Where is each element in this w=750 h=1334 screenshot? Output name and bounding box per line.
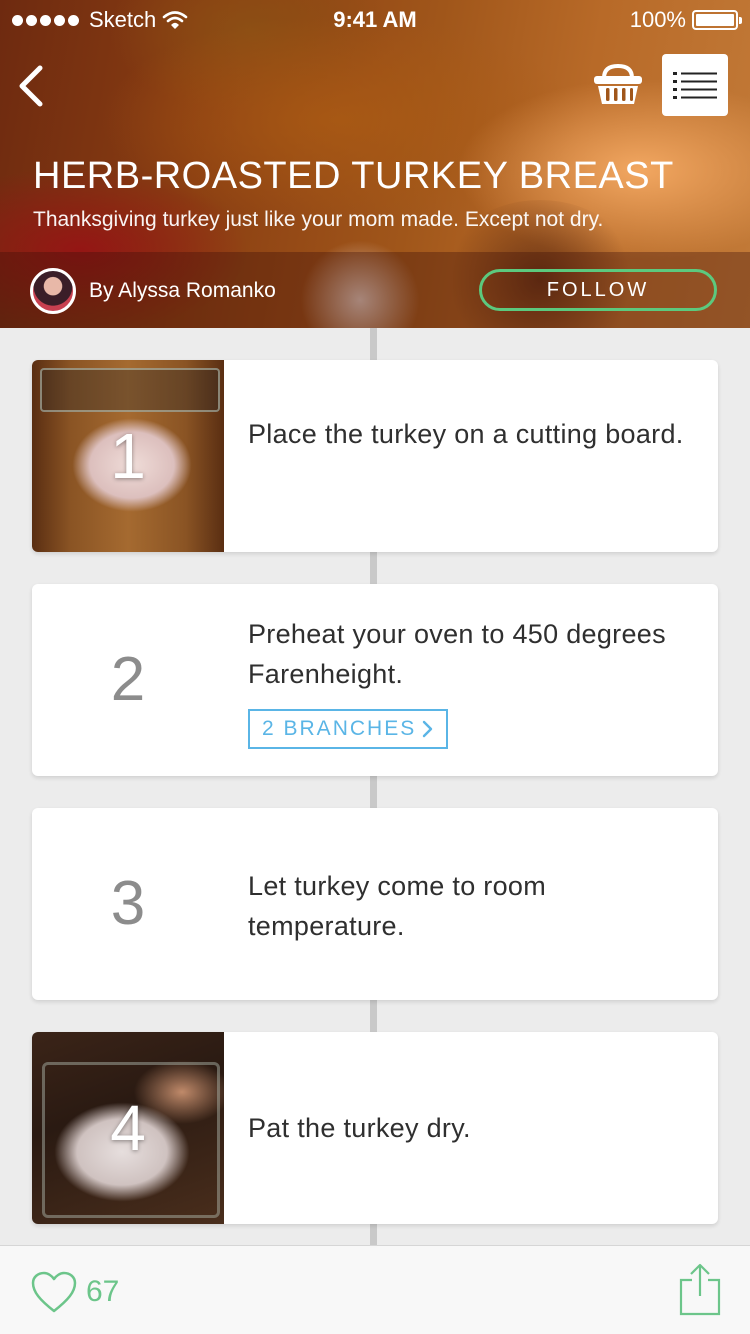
step-text: Preheat your oven to 450 degrees Farenhe… [248,619,666,689]
bottom-bar: 67 [0,1245,750,1334]
steps-list-button[interactable] [662,54,728,116]
like-count: 67 [86,1275,120,1308]
follow-button[interactable]: FOLLOW [479,269,717,311]
battery-percent: 100% [629,7,686,32]
chevron-right-icon [423,720,433,738]
step-card-3[interactable]: 3 Let turkey come to room temperature. [32,808,718,1000]
chevron-left-icon [19,65,43,107]
author-bar: By Alyssa Romanko FOLLOW [0,252,750,328]
step-number: 4 [110,1092,146,1164]
battery-icon [692,10,742,30]
step-text: Pat the turkey dry. [248,1113,471,1143]
basket-icon [594,63,642,104]
step-text: Let turkey come to room temperature. [248,871,547,941]
step-card-2[interactable]: 2 Preheat your oven to 450 degrees Faren… [32,584,718,776]
step-number: 3 [110,869,146,938]
step-number: 2 [110,645,146,714]
status-bar: Sketch 9:41 AM 100% [0,0,750,40]
step-number: 1 [110,420,146,492]
step-text: Place the turkey on a cutting board. [248,419,684,449]
back-button[interactable] [10,58,60,114]
step-card-1[interactable]: 1 Place the turkey on a cutting board. [32,360,718,552]
author-name[interactable]: By Alyssa Romanko [89,279,276,303]
branches-button[interactable]: 2 BRANCHES [248,709,449,749]
step-photo: 4 [32,1032,224,1224]
share-icon [679,1263,721,1316]
branches-label: 2 BRANCHES [262,717,417,740]
recipe-title: HERB-ROASTED TURKEY BREAST [33,155,674,197]
author-avatar[interactable] [30,268,76,314]
step-photo: 1 [32,360,224,552]
shopping-basket-button[interactable] [590,60,646,110]
recipe-header: Sketch 9:41 AM 100% HERB-ROASTED TURKEY … [0,0,750,328]
like-button[interactable]: 67 [30,1270,119,1314]
status-right: 100% [629,7,742,33]
step-card-4[interactable]: 4 Pat the turkey dry. [32,1032,718,1224]
list-icon [673,72,717,99]
heart-icon [31,1271,77,1313]
recipe-subtitle: Thanksgiving turkey just like your mom m… [33,208,604,231]
share-button[interactable] [678,1262,722,1318]
